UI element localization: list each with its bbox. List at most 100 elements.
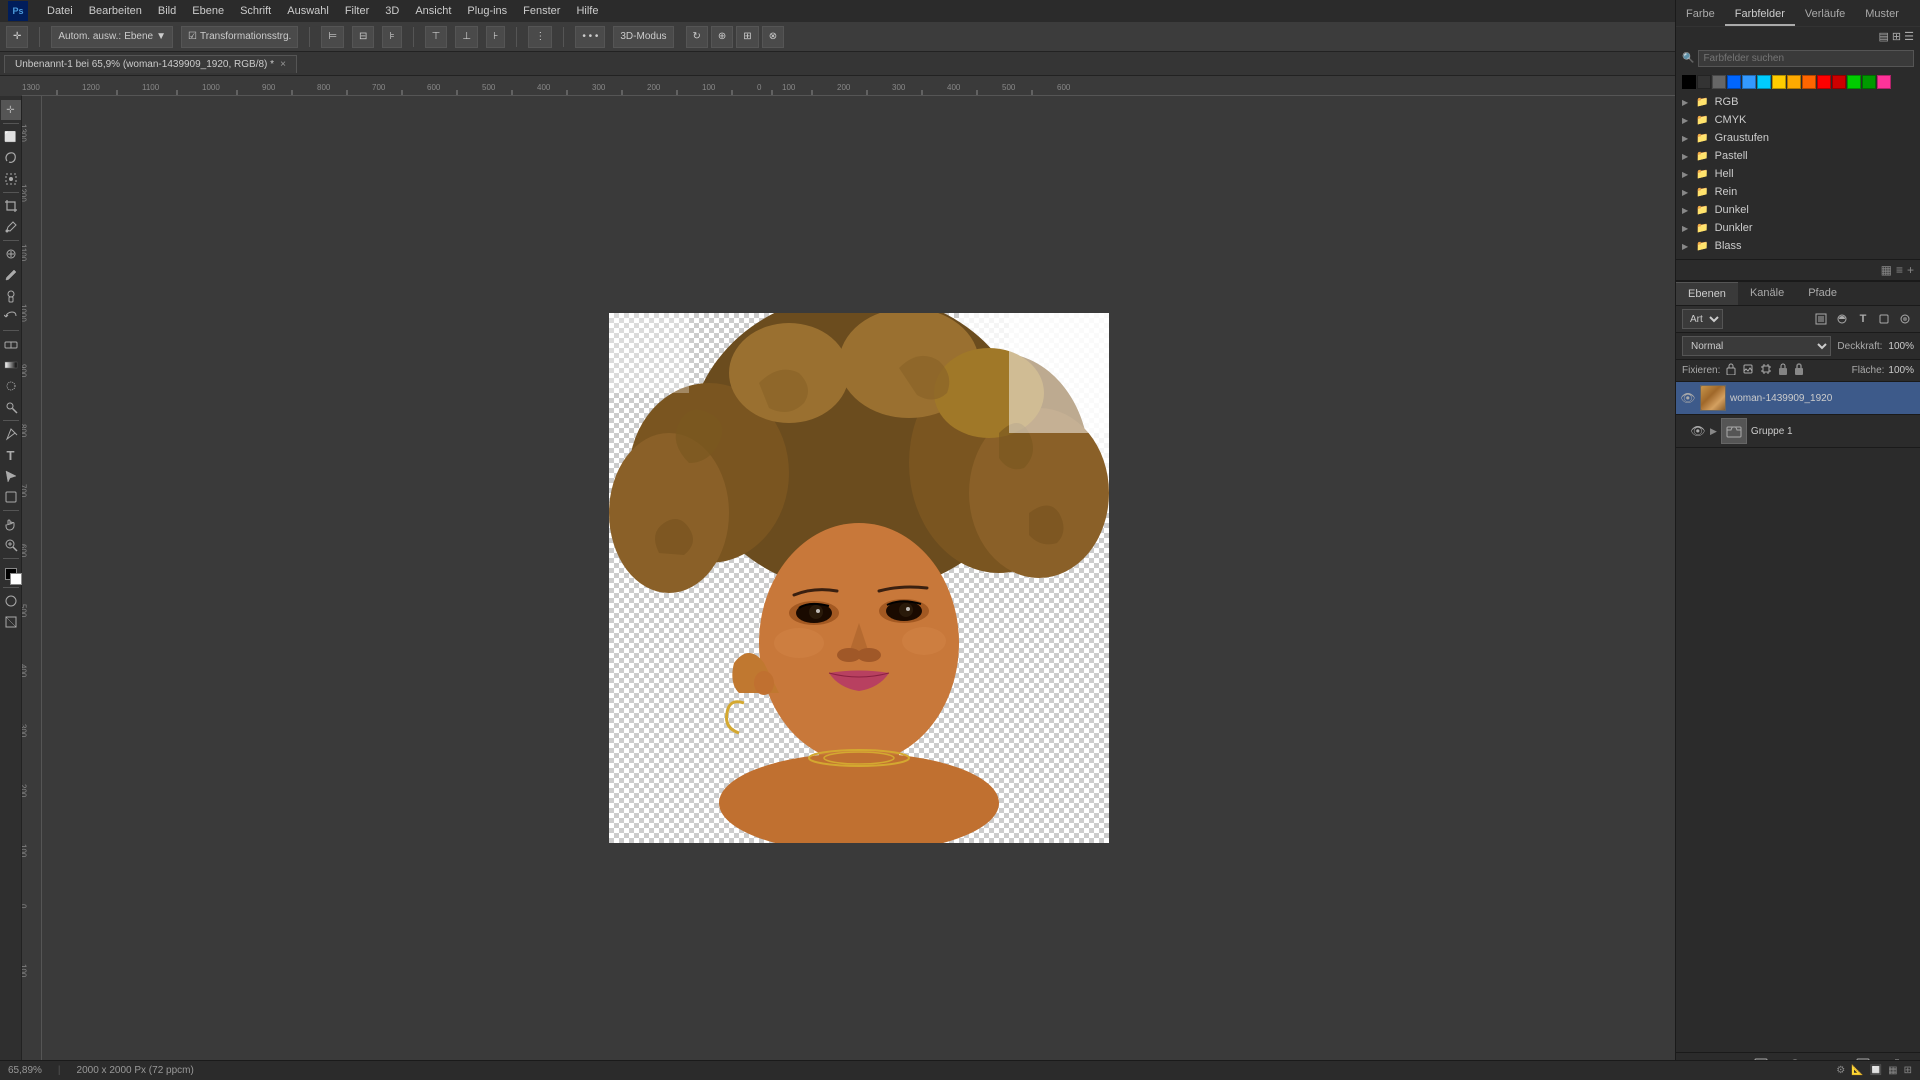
- statusbar-icon-5[interactable]: ⊞: [1904, 1065, 1912, 1076]
- swatch-orange1[interactable]: [1787, 75, 1801, 89]
- spot-heal-tool[interactable]: [1, 244, 21, 264]
- swatch-green1[interactable]: [1847, 75, 1861, 89]
- layer-item-group1[interactable]: 👁 ▶ Gruppe 1: [1676, 415, 1920, 448]
- layer-visibility-woman[interactable]: 👁: [1680, 391, 1696, 405]
- lock-artboard-btn[interactable]: [1758, 362, 1774, 379]
- statusbar-icon-3[interactable]: 🔲: [1870, 1065, 1882, 1076]
- panel-icon-grid[interactable]: ▦: [1881, 263, 1892, 277]
- swatch-cyan[interactable]: [1757, 75, 1771, 89]
- color-group-graustufen[interactable]: ▶ 📁 Graustufen: [1676, 129, 1920, 147]
- path-selection-tool[interactable]: [1, 466, 21, 486]
- more-options-btn[interactable]: • • •: [575, 26, 605, 48]
- menu-datei[interactable]: Datei: [40, 3, 80, 19]
- layer-filter-smart-btn[interactable]: [1896, 310, 1914, 328]
- marquee-tool[interactable]: ⬜: [1, 127, 21, 147]
- lock-image-btn[interactable]: [1740, 362, 1756, 379]
- blend-mode-select[interactable]: Normal: [1682, 336, 1831, 356]
- align-left-btn[interactable]: ⊨: [321, 26, 344, 48]
- 3d-pan-btn[interactable]: ⊕: [711, 26, 733, 48]
- swatch-red1[interactable]: [1817, 75, 1831, 89]
- align-top-btn[interactable]: ⊤: [425, 26, 448, 48]
- layer-filter-text-btn[interactable]: T: [1854, 310, 1872, 328]
- menu-ebene[interactable]: Ebene: [185, 3, 231, 19]
- history-brush-tool[interactable]: [1, 307, 21, 327]
- tab-kanaele[interactable]: Kanäle: [1738, 282, 1796, 305]
- distribute-btn[interactable]: ⋮: [528, 26, 552, 48]
- menu-schrift[interactable]: Schrift: [233, 3, 278, 19]
- layer-filter-adjust-btn[interactable]: [1833, 310, 1851, 328]
- move-options-icon[interactable]: ✛: [6, 26, 28, 48]
- color-group-blass[interactable]: ▶ 📁 Blass: [1676, 237, 1920, 255]
- align-bottom-btn[interactable]: ⊦: [486, 26, 505, 48]
- frame-tool[interactable]: [1, 612, 21, 632]
- menu-bild[interactable]: Bild: [151, 3, 183, 19]
- lasso-tool[interactable]: [1, 148, 21, 168]
- menu-3d[interactable]: 3D: [378, 3, 406, 19]
- clone-stamp-tool[interactable]: [1, 286, 21, 306]
- zoom-tool[interactable]: [1, 535, 21, 555]
- tab-verlaeufe[interactable]: Verläufe: [1795, 4, 1855, 26]
- tab-ebenen[interactable]: Ebenen: [1676, 282, 1738, 305]
- swatch-dark2[interactable]: [1712, 75, 1726, 89]
- swatch-red2[interactable]: [1832, 75, 1846, 89]
- tab-muster[interactable]: Muster: [1855, 4, 1909, 26]
- color-group-dunkel[interactable]: ▶ 📁 Dunkel: [1676, 201, 1920, 219]
- panel-icon-1[interactable]: ▤: [1879, 30, 1889, 43]
- fill-value[interactable]: 100%: [1888, 365, 1914, 376]
- tab-pfade[interactable]: Pfade: [1796, 282, 1849, 305]
- swatch-pink[interactable]: [1877, 75, 1891, 89]
- transform-controls-btn[interactable]: ☑ Transformationsstrg.: [181, 26, 298, 48]
- menu-fenster[interactable]: Fenster: [516, 3, 567, 19]
- document-tab[interactable]: Unbenannt-1 bei 65,9% (woman-1439909_192…: [4, 55, 297, 73]
- gradient-tool[interactable]: [1, 355, 21, 375]
- blur-tool[interactable]: [1, 376, 21, 396]
- swatch-blue2[interactable]: [1742, 75, 1756, 89]
- align-center-v-btn[interactable]: ⊥: [455, 26, 478, 48]
- object-selection-tool[interactable]: [1, 169, 21, 189]
- statusbar-icon-1[interactable]: ⚙: [1836, 1065, 1845, 1076]
- 3d-zoom-btn[interactable]: ⊞: [736, 26, 758, 48]
- eraser-tool[interactable]: [1, 334, 21, 354]
- panel-icon-2[interactable]: ⊞: [1892, 30, 1901, 43]
- swatch-blue1[interactable]: [1727, 75, 1741, 89]
- layer-item-woman[interactable]: 👁 woman-1439909_1920: [1676, 382, 1920, 415]
- color-group-dunkler[interactable]: ▶ 📁 Dunkler: [1676, 219, 1920, 237]
- menu-hilfe[interactable]: Hilfe: [569, 3, 605, 19]
- menu-ansicht[interactable]: Ansicht: [408, 3, 458, 19]
- swatch-dark1[interactable]: [1697, 75, 1711, 89]
- shape-tool[interactable]: [1, 487, 21, 507]
- color-group-hell[interactable]: ▶ 📁 Hell: [1676, 165, 1920, 183]
- brush-tool[interactable]: [1, 265, 21, 285]
- 3d-rotate-btn[interactable]: ↻: [686, 26, 708, 48]
- mode-standard[interactable]: [1, 591, 21, 611]
- statusbar-icon-2[interactable]: 📐: [1851, 1065, 1863, 1076]
- swatch-yellow1[interactable]: [1772, 75, 1786, 89]
- auto-select-btn[interactable]: Autom. ausw.: Ebene ▼: [51, 26, 173, 48]
- color-group-pastell[interactable]: ▶ 📁 Pastell: [1676, 147, 1920, 165]
- menu-plugins[interactable]: Plug-ins: [460, 3, 514, 19]
- lock-all-btn[interactable]: [1792, 362, 1806, 379]
- layer-filter-shape-btn[interactable]: [1875, 310, 1893, 328]
- panel-icon-list[interactable]: ≡: [1896, 263, 1903, 277]
- panel-icon-new[interactable]: +: [1907, 263, 1914, 277]
- layer-type-select[interactable]: Art: [1682, 309, 1723, 329]
- hand-tool[interactable]: [1, 514, 21, 534]
- 3d-mode-btn[interactable]: 3D-Modus: [613, 26, 673, 48]
- color-group-rein[interactable]: ▶ 📁 Rein: [1676, 183, 1920, 201]
- crop-tool[interactable]: [1, 196, 21, 216]
- color-group-rgb[interactable]: ▶ 📁 RGB: [1676, 93, 1920, 111]
- align-right-btn[interactable]: ⊧: [382, 26, 401, 48]
- layer-visibility-group1[interactable]: 👁: [1690, 424, 1706, 438]
- swatch-orange2[interactable]: [1802, 75, 1816, 89]
- dodge-tool[interactable]: [1, 397, 21, 417]
- opacity-value[interactable]: 100%: [1888, 341, 1914, 352]
- align-center-h-btn[interactable]: ⊟: [352, 26, 374, 48]
- lock-position-btn[interactable]: [1776, 362, 1790, 379]
- layer-filter-pixel-btn[interactable]: [1812, 310, 1830, 328]
- tab-farbfelder[interactable]: Farbfelder: [1725, 4, 1795, 26]
- tab-farbe[interactable]: Farbe: [1676, 4, 1725, 26]
- statusbar-icon-4[interactable]: ▦: [1888, 1065, 1897, 1076]
- foreground-color[interactable]: [1, 564, 21, 584]
- move-tool[interactable]: ✛: [1, 100, 21, 120]
- eyedropper-tool[interactable]: [1, 217, 21, 237]
